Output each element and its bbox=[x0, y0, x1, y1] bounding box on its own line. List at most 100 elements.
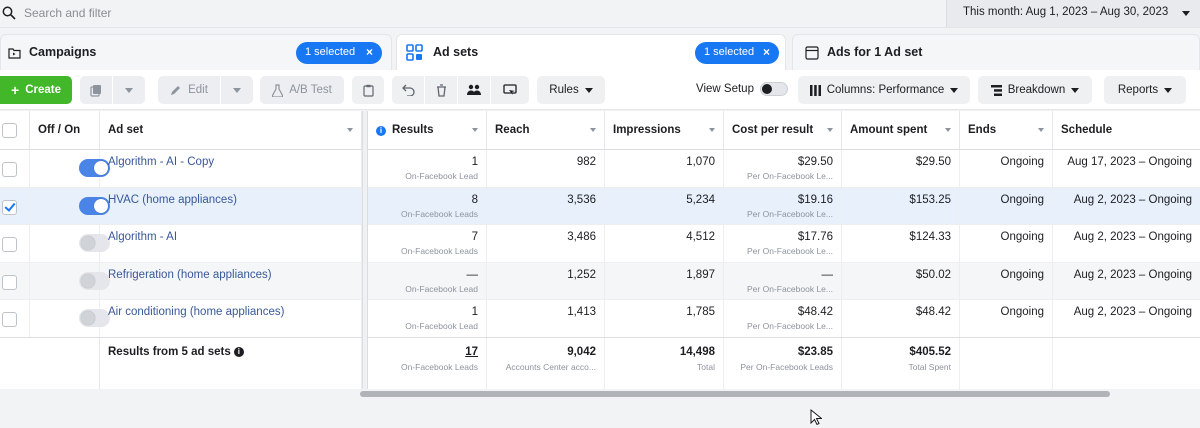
search-icon bbox=[2, 6, 16, 20]
cost-per-result-cell: $19.16 Per On-Facebook Le... bbox=[724, 187, 842, 224]
row-checkbox[interactable] bbox=[2, 274, 17, 290]
sort-icon bbox=[472, 128, 478, 132]
results-sub: On-Facebook Leads bbox=[400, 246, 478, 256]
breakdown-icon bbox=[990, 84, 1002, 96]
ad-set-name-link[interactable]: Algorithm - AI - Copy bbox=[108, 156, 214, 168]
undo-button[interactable] bbox=[392, 76, 424, 104]
row-checkbox[interactable] bbox=[2, 162, 17, 177]
selected-pill-label: 1 selected bbox=[305, 46, 356, 58]
view-setup-toggle[interactable] bbox=[760, 82, 788, 96]
header-impressions[interactable]: Impressions bbox=[605, 111, 724, 150]
header-label: Reach bbox=[495, 124, 530, 136]
amount-spent-cell: $50.02 bbox=[842, 262, 960, 299]
breakdown-label: Breakdown bbox=[1007, 84, 1066, 96]
clipboard-icon bbox=[362, 84, 374, 97]
table-row[interactable]: Refrigeration (home appliances) — On-Faceb… bbox=[0, 262, 1200, 300]
clipboard-button[interactable] bbox=[352, 76, 384, 104]
tab-ads[interactable]: Ads for 1 Ad set bbox=[792, 34, 1200, 70]
ab-test-button[interactable]: A/B Test bbox=[260, 76, 344, 104]
header-cost-per-result[interactable]: Cost per result bbox=[724, 111, 842, 150]
header-label: Ends bbox=[968, 124, 997, 136]
selected-pill[interactable]: 1 selected × bbox=[695, 42, 779, 64]
header-label: Schedule bbox=[1061, 124, 1113, 136]
toggle-knob bbox=[762, 84, 772, 94]
schedule-value: Aug 17, 2023 – Ongoing bbox=[1067, 156, 1192, 168]
results-value: — bbox=[466, 268, 479, 281]
totals-results: 17 On-Facebook Leads bbox=[368, 338, 487, 389]
breakdown-button[interactable]: Breakdown bbox=[978, 76, 1092, 104]
chevron-down-icon bbox=[125, 87, 133, 93]
reports-button[interactable]: Reports bbox=[1104, 76, 1186, 104]
horizontal-scrollbar[interactable] bbox=[360, 391, 1110, 397]
cost-per-result-value: $48.42 bbox=[797, 306, 833, 318]
ad-set-name-link[interactable]: Algorithm - AI bbox=[108, 231, 177, 243]
audience-button[interactable] bbox=[458, 76, 490, 104]
cost-per-result-cell: $17.76 Per On-Facebook Le... bbox=[724, 225, 842, 262]
search-input[interactable] bbox=[24, 4, 924, 22]
ad-set-name-link[interactable]: Refrigeration (home appliances) bbox=[108, 269, 272, 281]
selected-pill[interactable]: 1 selected × bbox=[296, 42, 382, 64]
date-range-picker[interactable]: This month: Aug 1, 2023 – Aug 30, 2023 bbox=[946, 0, 1200, 27]
results-value: 7 bbox=[471, 231, 478, 243]
selected-pill-label: 1 selected bbox=[704, 46, 755, 58]
table-row[interactable]: Algorithm - AI 7 On-Facebook Leads 3,486 4,5… bbox=[0, 225, 1200, 263]
edit-dropdown[interactable] bbox=[221, 76, 253, 104]
header-schedule[interactable]: Schedule bbox=[1053, 111, 1200, 150]
totals-results-sub: On-Facebook Leads bbox=[400, 362, 478, 372]
rules-label: Rules bbox=[549, 84, 579, 96]
header-results[interactable]: i Results bbox=[368, 111, 487, 150]
top-bar: This month: Aug 1, 2023 – Aug 30, 2023 bbox=[0, 0, 1200, 28]
row-checkbox[interactable] bbox=[2, 199, 17, 215]
results-sub: On-Facebook Lead bbox=[405, 321, 478, 331]
tab-ad-sets[interactable]: Ad sets 1 selected × bbox=[396, 34, 786, 70]
close-icon[interactable]: × bbox=[366, 45, 373, 59]
chevron-down-icon bbox=[1071, 87, 1080, 93]
amount-spent-value: $29.50 bbox=[915, 156, 951, 168]
create-button[interactable]: + Create bbox=[0, 76, 72, 104]
row-checkbox[interactable] bbox=[2, 237, 17, 252]
ad-set-name-link[interactable]: HVAC (home appliances) bbox=[108, 194, 237, 206]
header-ad-set[interactable]: Ad set bbox=[100, 111, 362, 150]
edit-button[interactable]: Edit bbox=[158, 76, 220, 104]
cost-per-result-value: $19.16 bbox=[797, 193, 833, 206]
ad-set-name-cell: HVAC (home appliances) bbox=[100, 187, 362, 224]
duplicate-button[interactable] bbox=[80, 76, 112, 104]
header-reach[interactable]: Reach bbox=[487, 111, 605, 150]
table-row[interactable]: Algorithm - AI - Copy 1 On-Facebook Lead 98… bbox=[0, 150, 1200, 188]
totals-spent-sub: Total Spent bbox=[908, 362, 951, 372]
row-select-cell bbox=[0, 150, 30, 187]
impressions-cell: 1,070 bbox=[605, 150, 724, 187]
tab-campaigns[interactable]: Campaigns 1 selected × bbox=[0, 34, 392, 70]
info-icon[interactable]: i bbox=[233, 346, 244, 357]
amount-spent-cell: $48.42 bbox=[842, 300, 960, 337]
sort-icon bbox=[945, 128, 951, 132]
header-off-on[interactable]: Off / On bbox=[30, 111, 100, 150]
totals-impressions-value: 14,498 bbox=[679, 346, 715, 358]
select-all-checkbox[interactable] bbox=[2, 123, 17, 138]
preview-button[interactable] bbox=[491, 76, 529, 104]
header-ends[interactable]: Ends bbox=[960, 111, 1053, 150]
ad-set-name-link[interactable]: Air conditioning (home appliances) bbox=[108, 306, 284, 318]
impressions-cell: 1,897 bbox=[605, 262, 724, 299]
totals-results-value[interactable]: 17 bbox=[465, 346, 478, 358]
ends-cell: Ongoing bbox=[960, 300, 1053, 337]
close-icon[interactable]: × bbox=[763, 45, 770, 59]
people-icon bbox=[467, 84, 481, 95]
header-amount-spent[interactable]: Amount spent bbox=[842, 111, 960, 150]
row-checkbox[interactable] bbox=[2, 312, 17, 327]
impressions-cell: 5,234 bbox=[605, 187, 724, 224]
delete-button[interactable] bbox=[425, 76, 457, 104]
rules-button[interactable]: Rules bbox=[537, 76, 605, 104]
row-select-cell bbox=[0, 187, 30, 224]
row-select-cell bbox=[0, 225, 30, 262]
ad-set-name-cell: Algorithm - AI - Copy bbox=[100, 150, 362, 187]
row-toggle-cell bbox=[30, 225, 110, 262]
columns-button[interactable]: Columns: Performance bbox=[798, 76, 970, 104]
schedule-cell: Aug 2, 2023 – Ongoing bbox=[1053, 225, 1200, 262]
ab-test-label: A/B Test bbox=[289, 84, 332, 96]
amount-spent-cell: $124.33 bbox=[842, 225, 960, 262]
duplicate-dropdown[interactable] bbox=[113, 76, 145, 104]
table-row[interactable]: Air conditioning (home appliances) 1 On-Fa… bbox=[0, 300, 1200, 338]
header-label: Amount spent bbox=[850, 124, 928, 136]
table-row[interactable]: HVAC (home appliances) 8 On-Facebook Leads… bbox=[0, 187, 1200, 225]
